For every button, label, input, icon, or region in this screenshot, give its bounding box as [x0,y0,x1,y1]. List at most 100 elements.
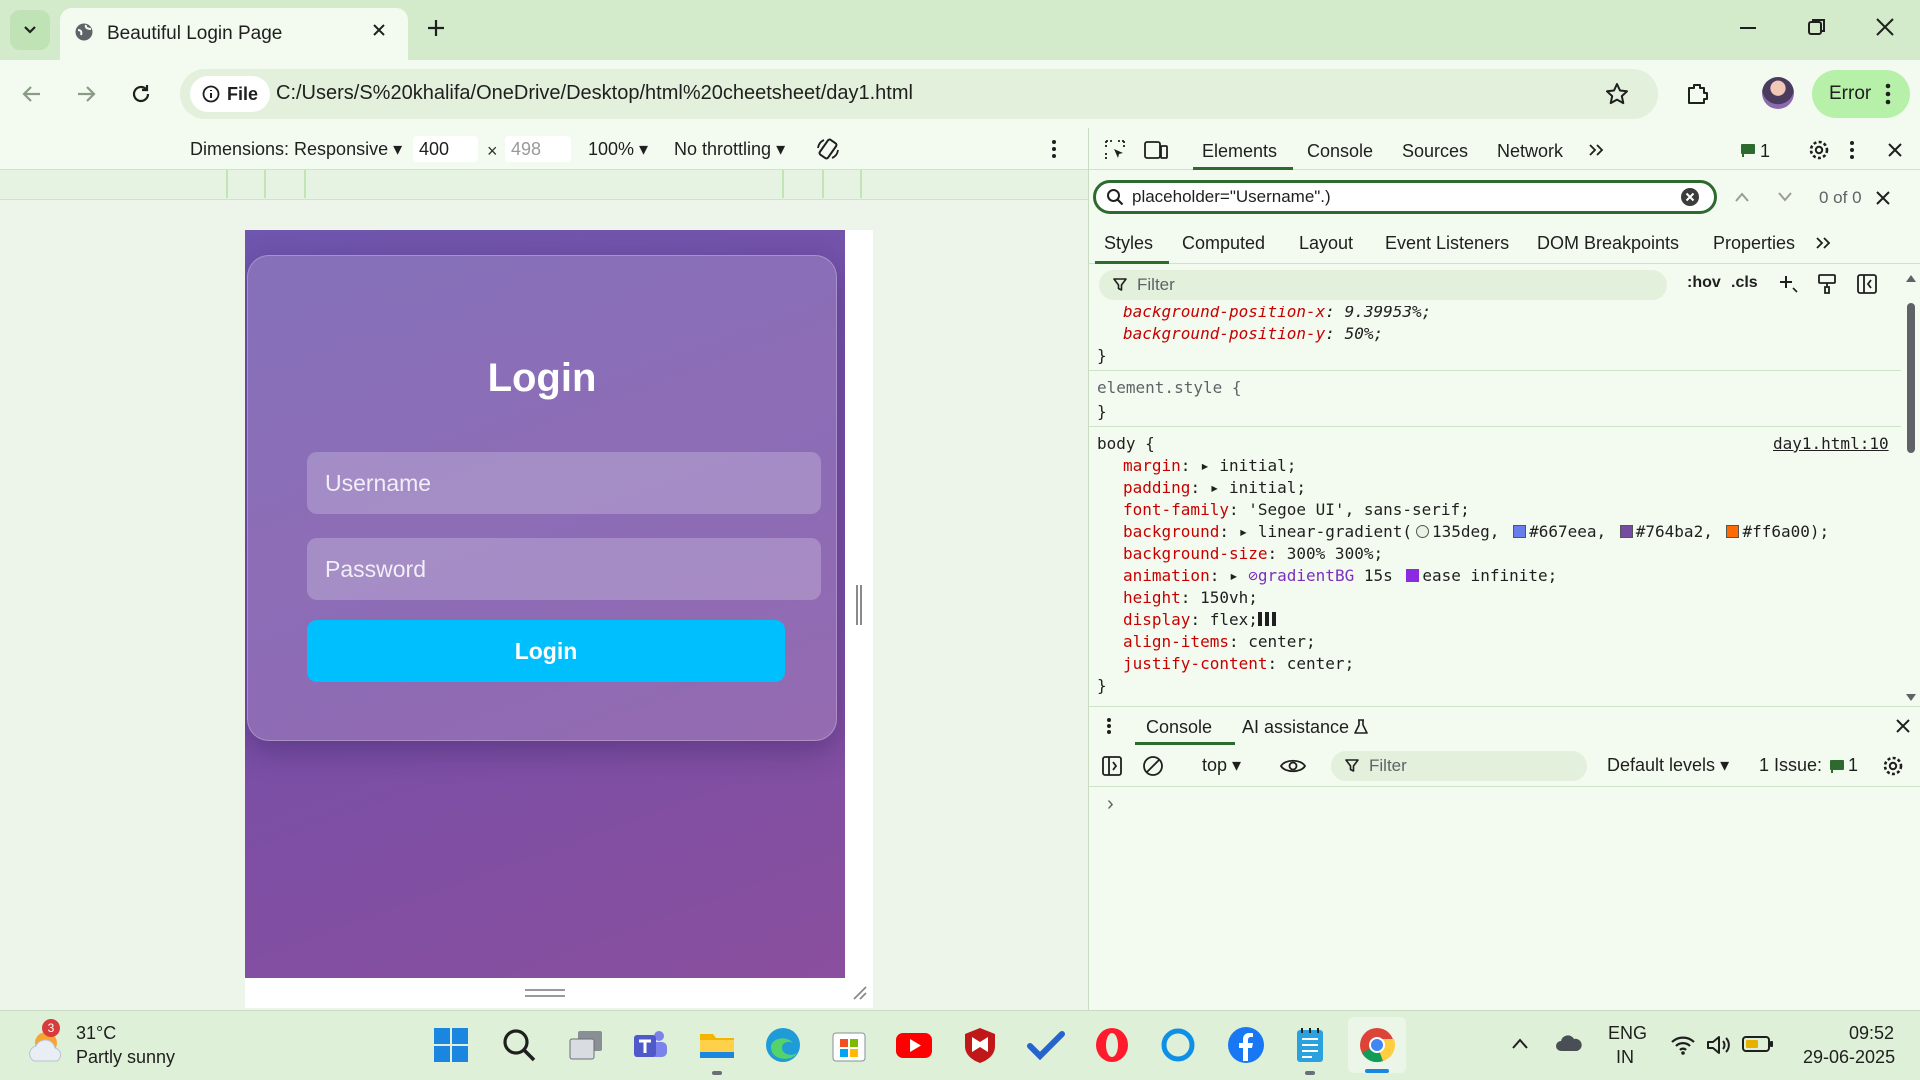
weather-temp[interactable]: 31°C [76,1023,116,1044]
issues-count[interactable]: 1 [1760,141,1770,162]
battery-icon[interactable] [1742,1035,1774,1053]
new-tab-button[interactable] [424,16,448,40]
width-input[interactable]: 400 [413,136,478,162]
tab-console[interactable]: Console [1307,141,1373,162]
bookmark-star-icon[interactable] [1604,81,1630,107]
style-declaration[interactable]: background-size: 300% 300%; [1123,544,1383,563]
style-declaration[interactable]: height: 150vh; [1123,588,1258,607]
drawer-tab-console[interactable]: Console [1146,717,1212,738]
element-style-selector[interactable]: element.style { [1097,378,1242,397]
scroll-down-icon[interactable] [1905,693,1917,703]
volume-icon[interactable] [1705,1033,1731,1057]
tab-network[interactable]: Network [1497,141,1563,162]
search-next-icon[interactable] [1777,191,1793,203]
more-vertical-icon[interactable] [1849,140,1855,160]
profile-avatar[interactable] [1762,77,1794,109]
profile-error-button[interactable]: Error [1812,70,1910,118]
animation-name-link[interactable]: gradientBG [1258,566,1354,585]
source-link[interactable]: day1.html:10 [1773,434,1889,453]
console-filter-input[interactable]: Filter [1331,751,1587,781]
dimensions-select[interactable]: Dimensions: Responsive ▾ [190,139,402,160]
minimize-button[interactable] [1737,16,1759,38]
style-declaration[interactable]: background-position-x: 9.39953%; [1123,306,1431,321]
restore-button[interactable] [1806,16,1828,38]
more-vertical-icon[interactable] [1885,83,1891,105]
tab-properties[interactable]: Properties [1713,233,1795,254]
opera-icon[interactable] [1092,1025,1132,1065]
tab-search-button[interactable] [10,10,50,50]
address-bar[interactable]: File C:/Users/S%20khalifa/OneDrive/Deskt… [180,69,1658,119]
teams-icon[interactable] [630,1025,670,1065]
log-levels-select[interactable]: Default levels ▾ [1607,755,1729,776]
angle-clock-icon[interactable] [1415,525,1429,538]
site-info-chip[interactable]: File [190,76,270,112]
close-search-icon[interactable] [1875,190,1891,206]
clear-console-icon[interactable] [1142,755,1164,777]
new-style-rule-icon[interactable] [1777,273,1799,295]
issues-flag-icon[interactable] [1739,142,1757,158]
style-declaration[interactable]: align-items: center; [1123,632,1316,651]
paint-roller-icon[interactable] [1817,273,1837,295]
elements-search-box[interactable]: placeholder="Username".) [1093,180,1717,214]
console-settings-gear-icon[interactable] [1882,755,1904,777]
password-input[interactable]: Password [307,538,821,600]
throttling-select[interactable]: No throttling ▾ [674,139,785,160]
mcafee-icon[interactable] [960,1025,1000,1065]
onedrive-cloud-icon[interactable] [1555,1033,1583,1053]
style-declaration[interactable]: animation: ▸ ⊘gradientBG 15s ease infini… [1123,566,1557,585]
more-options-icon[interactable] [1051,139,1057,159]
styles-scrollbar[interactable] [1901,273,1920,703]
console-prompt[interactable]: › [1107,793,1114,816]
file-explorer-icon[interactable] [697,1025,737,1065]
console-sidebar-icon[interactable] [1101,755,1123,777]
tab-styles[interactable]: Styles [1104,233,1153,254]
device-toolbar-icon[interactable] [1143,138,1169,162]
clock-time[interactable]: 09:52 [1849,1023,1894,1044]
search-icon[interactable] [499,1025,539,1065]
edge-browser-icon[interactable] [763,1025,803,1065]
styles-filter-input[interactable]: Filter [1099,270,1667,300]
close-devtools-icon[interactable] [1886,141,1904,159]
youtube-icon[interactable] [894,1025,934,1065]
tab-layout[interactable]: Layout [1299,233,1353,254]
weather-description[interactable]: Partly sunny [76,1047,175,1068]
style-declaration[interactable]: padding: ▸ initial; [1123,478,1306,497]
body-selector[interactable]: body { [1097,434,1155,453]
todo-checkmark-icon[interactable] [1026,1025,1066,1065]
height-input[interactable]: 498 [505,136,571,162]
height-resize-handle[interactable] [525,989,565,997]
animation-link-icon[interactable]: ⊘ [1248,566,1258,585]
extensions-puzzle-icon[interactable] [1684,80,1712,108]
width-resize-handle[interactable] [856,585,862,625]
more-subtabs-chevron-icon[interactable] [1815,236,1833,250]
drawer-tab-ai-assistance[interactable]: AI assistance [1242,717,1349,738]
tab-dom-breakpoints[interactable]: DOM Breakpoints [1537,233,1679,254]
color-swatch[interactable] [1513,525,1527,538]
tab-elements[interactable]: Elements [1202,141,1277,162]
weather-widget[interactable]: 3 [26,1019,70,1067]
clear-search-icon[interactable] [1680,187,1700,207]
cortana-ring-icon[interactable] [1158,1025,1198,1065]
rotate-icon[interactable] [815,136,841,162]
login-button[interactable]: Login [307,620,785,682]
scroll-thumb[interactable] [1907,303,1915,453]
style-declaration[interactable]: display: flex; [1123,610,1278,629]
hov-toggle[interactable]: :hov [1687,274,1721,292]
flexbox-editor-icon[interactable] [1257,612,1278,626]
toggle-sidebar-icon[interactable] [1856,273,1878,295]
chevron-up-icon[interactable] [1511,1037,1529,1051]
close-window-button[interactable] [1874,16,1896,38]
tab-sources[interactable]: Sources [1402,141,1468,162]
task-view-icon[interactable] [566,1025,606,1065]
cls-toggle[interactable]: .cls [1731,274,1758,292]
close-icon[interactable] [370,21,388,39]
more-tabs-chevron-icon[interactable] [1588,143,1606,157]
notepad-icon[interactable] [1290,1025,1330,1065]
style-declaration[interactable]: background: ▸ linear-gradient(135deg, #6… [1123,522,1829,541]
media-query-ruler[interactable] [0,170,1088,200]
chrome-taskbar-button[interactable] [1348,1017,1406,1073]
username-input[interactable]: Username [307,452,821,514]
corner-resize-icon[interactable] [850,983,868,1001]
language-code[interactable]: ENG [1608,1023,1647,1044]
browser-tab[interactable]: Beautiful Login Page [60,8,408,60]
